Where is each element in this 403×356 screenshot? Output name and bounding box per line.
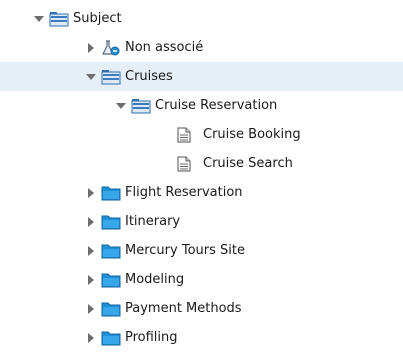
collapse-arrow-icon[interactable] xyxy=(86,304,96,314)
tree-node-profiling[interactable]: Profiling xyxy=(0,323,403,352)
folder-open-icon xyxy=(49,11,69,26)
tree-node-label: Cruise Reservation xyxy=(155,97,278,113)
folder-icon xyxy=(101,302,121,316)
tree-node-label: Flight Reservation xyxy=(125,184,243,200)
tree-node-subject[interactable]: Subject xyxy=(0,4,403,33)
tree-node-label: Itinerary xyxy=(125,213,181,229)
folder-icon xyxy=(101,273,121,287)
tree-node-label: Payment Methods xyxy=(125,300,242,316)
expand-arrow-icon[interactable] xyxy=(34,14,44,24)
document-icon xyxy=(177,156,191,171)
tree-node-non-associe[interactable]: Non associé xyxy=(0,33,403,62)
collapse-arrow-icon[interactable] xyxy=(86,217,96,227)
tree-node-payment-methods[interactable]: Payment Methods xyxy=(0,294,403,323)
folder-open-icon xyxy=(101,69,121,84)
collapse-arrow-icon[interactable] xyxy=(86,246,96,256)
tree-node-label: Non associé xyxy=(125,39,204,55)
subject-tree: Subject Non associé Cruises Cruise Reser… xyxy=(0,0,403,356)
tree-node-label: Modeling xyxy=(125,271,185,287)
tree-node-label: Mercury Tours Site xyxy=(125,242,245,258)
folder-icon xyxy=(101,186,121,200)
expand-arrow-icon[interactable] xyxy=(116,101,126,111)
tree-node-flight-reservation[interactable]: Flight Reservation xyxy=(0,178,403,207)
tree-node-cruises[interactable]: Cruises xyxy=(0,62,403,91)
collapse-arrow-icon[interactable] xyxy=(86,333,96,343)
tree-node-label: Subject xyxy=(73,10,122,26)
tree-node-cruise-reservation[interactable]: Cruise Reservation xyxy=(0,91,403,120)
tree-node-label: Cruise Booking xyxy=(203,126,301,142)
document-icon xyxy=(177,127,191,142)
tree-node-modeling[interactable]: Modeling xyxy=(0,265,403,294)
collapse-arrow-icon[interactable] xyxy=(86,188,96,198)
tree-node-label: Cruises xyxy=(125,68,173,84)
tree-node-cruise-booking[interactable]: Cruise Booking xyxy=(0,120,403,149)
tree-node-mercury-tours-site[interactable]: Mercury Tours Site xyxy=(0,236,403,265)
folder-icon xyxy=(101,215,121,229)
tree-node-cruise-search[interactable]: Cruise Search xyxy=(0,149,403,178)
flask-link-icon xyxy=(102,39,120,55)
folder-icon xyxy=(101,331,121,345)
folder-icon xyxy=(101,244,121,258)
expand-arrow-icon[interactable] xyxy=(86,72,96,82)
tree-node-label: Cruise Search xyxy=(203,155,293,171)
collapse-arrow-icon[interactable] xyxy=(86,43,96,53)
folder-open-icon xyxy=(131,98,151,113)
collapse-arrow-icon[interactable] xyxy=(86,275,96,285)
tree-node-itinerary[interactable]: Itinerary xyxy=(0,207,403,236)
tree-node-label: Profiling xyxy=(125,329,178,345)
